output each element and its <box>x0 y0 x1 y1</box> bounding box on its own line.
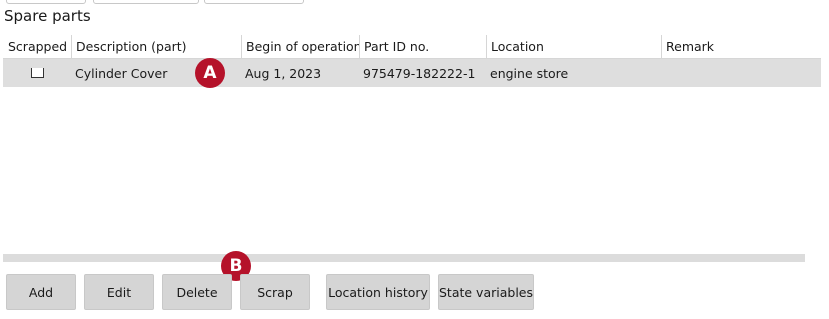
column-header-remark[interactable]: Remark <box>661 35 821 58</box>
scrap-button[interactable]: Scrap <box>240 274 310 310</box>
state-variables-button[interactable]: State variables <box>438 274 534 310</box>
delete-button[interactable]: Delete <box>162 274 232 310</box>
table-row[interactable]: Cylinder Cover Aug 1, 2023 975479-182222… <box>3 59 821 87</box>
part-id-cell: 975479-182222-1 <box>363 65 476 81</box>
table-header: Scrapped Description (part) Begin of ope… <box>3 35 821 59</box>
top-tab-2[interactable] <box>93 0 199 4</box>
top-tab-3[interactable] <box>204 0 304 4</box>
spare-parts-table: Scrapped Description (part) Begin of ope… <box>3 35 821 87</box>
section-title: Spare parts <box>4 7 91 25</box>
marker-a: A <box>195 58 225 88</box>
column-header-location[interactable]: Location <box>486 35 661 58</box>
begin-of-operation-cell: Aug 1, 2023 <box>245 65 322 81</box>
location-history-button[interactable]: Location history <box>326 274 430 310</box>
location-cell: engine store <box>490 65 569 81</box>
column-header-description[interactable]: Description (part) <box>71 35 241 58</box>
column-header-part-id[interactable]: Part ID no. <box>359 35 486 58</box>
top-tab-1[interactable] <box>6 0 86 4</box>
scrapped-cell <box>3 68 71 78</box>
column-header-begin-of-operation[interactable]: Begin of operation <box>241 35 359 58</box>
edit-button[interactable]: Edit <box>84 274 154 310</box>
add-button[interactable]: Add <box>6 274 76 310</box>
scrapped-checkbox[interactable] <box>30 68 44 78</box>
column-header-scrapped[interactable]: Scrapped <box>3 35 71 58</box>
horizontal-scrollbar[interactable] <box>3 254 805 262</box>
